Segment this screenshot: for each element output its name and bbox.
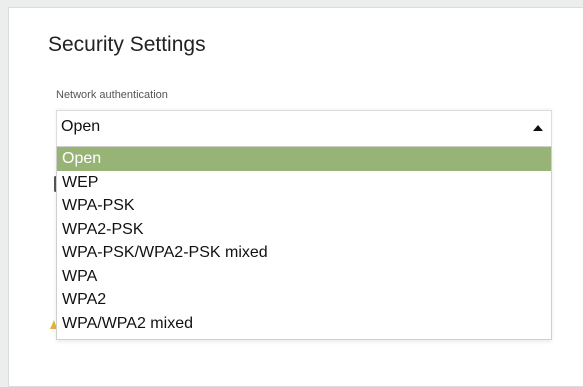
option-wpa[interactable]: WPA — [57, 265, 551, 289]
option-wpa-psk[interactable]: WPA-PSK — [57, 194, 551, 218]
selected-value: Open — [61, 118, 101, 135]
page-title: Security Settings — [48, 33, 206, 56]
network-authentication-label: Network authentication — [56, 89, 168, 101]
option-wep[interactable]: WEP — [57, 171, 551, 195]
option-wpa-wpa2-mixed[interactable]: WPA/WPA2 mixed — [57, 312, 551, 336]
option-wpa2[interactable]: WPA2 — [57, 288, 551, 312]
network-authentication-dropdown: Open WEP WPA-PSK WPA2-PSK WPA-PSK/WPA2-P… — [56, 146, 552, 340]
option-open[interactable]: Open — [57, 147, 551, 171]
network-authentication-select[interactable]: Open — [56, 110, 552, 146]
caret-up-icon — [533, 125, 543, 131]
option-wpa-psk-wpa2-psk-mixed[interactable]: WPA-PSK/WPA2-PSK mixed — [57, 241, 551, 265]
option-wpa2-psk[interactable]: WPA2-PSK — [57, 218, 551, 242]
